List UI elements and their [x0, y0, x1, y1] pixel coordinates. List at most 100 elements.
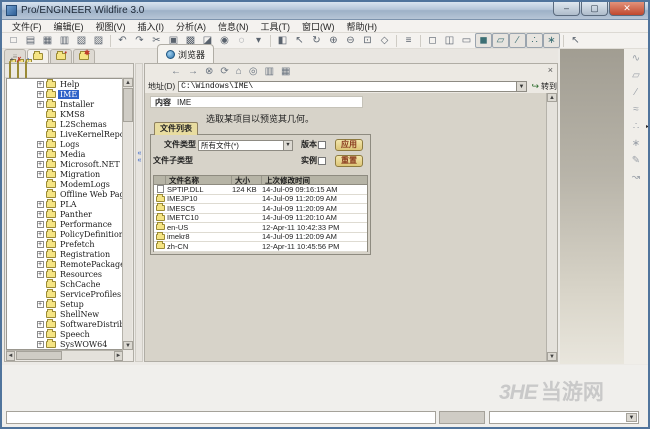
- refresh-button[interactable]: ⟳: [220, 65, 228, 78]
- expand-toggle-icon[interactable]: [37, 240, 44, 248]
- expand-toggle-icon[interactable]: [37, 300, 44, 308]
- view-setup-icon[interactable]: ◧: [274, 33, 291, 48]
- tab-connections[interactable]: ✱: [73, 49, 95, 63]
- tree-item[interactable]: Speech: [7, 328, 122, 339]
- menu-item[interactable]: 工具(T): [255, 20, 297, 33]
- tree-item[interactable]: Microsoft.NET: [7, 158, 122, 169]
- delete-folder-button[interactable]: ✗: [16, 57, 22, 80]
- expand-toggle-icon[interactable]: [37, 220, 44, 228]
- apply-button[interactable]: 应用: [335, 139, 363, 151]
- layers-icon[interactable]: ≡: [400, 33, 417, 48]
- shaded-icon[interactable]: ◼: [475, 33, 492, 48]
- instance-checkbox[interactable]: [318, 157, 326, 165]
- flyout-arrow-icon[interactable]: ▸: [646, 123, 648, 130]
- zoom-in-icon[interactable]: ⊕: [325, 33, 342, 48]
- table-row[interactable]: en-US 12-Apr-11 10:42:33 PM: [154, 222, 367, 233]
- context-help-icon[interactable]: ↖: [567, 33, 584, 48]
- stop-button[interactable]: ⊗: [205, 65, 213, 78]
- version-checkbox[interactable]: [318, 141, 326, 149]
- new-file-icon[interactable]: □: [5, 33, 22, 48]
- expand-toggle-icon[interactable]: [37, 100, 44, 108]
- tree-item[interactable]: ShellNew: [7, 308, 122, 319]
- datum-axes-toggle-icon[interactable]: ∕: [509, 33, 526, 48]
- insert-datum-tool-icon[interactable]: ↝: [628, 170, 644, 185]
- tree-item[interactable]: Help: [7, 79, 122, 89]
- scroll-up-icon[interactable]: ▲: [123, 78, 133, 87]
- regenerate-icon[interactable]: ↻: [308, 33, 325, 48]
- tree-item[interactable]: Resources: [7, 268, 122, 279]
- table-row[interactable]: IMETC10 14-Jul-09 11:20:10 AM: [154, 212, 367, 223]
- chevron-down-icon[interactable]: ▼: [283, 141, 292, 150]
- datum-csys-toggle-icon[interactable]: ∗: [543, 33, 560, 48]
- tree-item[interactable]: Media: [7, 148, 122, 159]
- datum-axis-tool-icon[interactable]: ∕: [628, 85, 644, 100]
- address-dropdown-icon[interactable]: ▼: [516, 80, 528, 92]
- scroll-right-icon[interactable]: ►: [114, 351, 123, 361]
- tree-item[interactable]: RemotePackages: [7, 258, 122, 269]
- expand-toggle-icon[interactable]: [37, 170, 44, 178]
- tree-item[interactable]: Logs: [7, 138, 122, 149]
- table-row[interactable]: IMESC5 14-Jul-09 11:20:09 AM: [154, 203, 367, 214]
- select-flyout-icon[interactable]: ▾: [250, 33, 267, 48]
- tab-favorites[interactable]: •: [50, 49, 72, 63]
- expand-toggle-icon[interactable]: [37, 80, 44, 88]
- menu-item[interactable]: 视图(V): [90, 20, 132, 33]
- tree-vertical-scrollbar[interactable]: ▲ ▼: [122, 78, 133, 350]
- menu-item[interactable]: 帮助(H): [341, 20, 384, 33]
- menu-item[interactable]: 分析(A): [170, 20, 212, 33]
- datum-csys-tool-icon[interactable]: ∗: [628, 136, 644, 151]
- select-arrow-icon[interactable]: ↖: [291, 33, 308, 48]
- status-selector[interactable]: ▼: [489, 411, 639, 424]
- tree-item[interactable]: Panther: [7, 208, 122, 219]
- expand-toggle-icon[interactable]: [37, 330, 44, 338]
- table-row[interactable]: zh-CN 12-Apr-11 10:45:56 PM: [154, 241, 367, 252]
- menu-item[interactable]: 文件(F): [6, 20, 48, 33]
- column-name[interactable]: 文件名称: [166, 176, 232, 184]
- file-list-tab[interactable]: 文件列表: [154, 122, 198, 135]
- expand-toggle-icon[interactable]: [37, 140, 44, 148]
- browser-close-icon[interactable]: ×: [548, 64, 553, 76]
- expand-toggle-icon[interactable]: [37, 150, 44, 158]
- find-icon[interactable]: ◉: [216, 33, 233, 48]
- expand-toggle-icon[interactable]: [37, 90, 44, 98]
- tree-item[interactable]: Migration: [7, 168, 122, 179]
- tree-item[interactable]: ModemLogs: [7, 178, 122, 189]
- tree-item[interactable]: Performance: [7, 218, 122, 229]
- panel-sash[interactable]: ««: [135, 63, 143, 362]
- style-tool-icon[interactable]: ∿: [628, 51, 644, 66]
- tree-item[interactable]: ServiceProfiles: [7, 288, 122, 299]
- column-modified[interactable]: 上次修改时间: [262, 176, 367, 184]
- no-hidden-icon[interactable]: ▭: [458, 33, 475, 48]
- title-bar[interactable]: Pro/ENGINEER Wildfire 3.0 – ▢ ✕: [2, 2, 648, 20]
- scroll-left-icon[interactable]: ◄: [6, 351, 15, 361]
- select-icon[interactable]: ◌: [233, 33, 250, 48]
- menu-item[interactable]: 编辑(E): [48, 20, 90, 33]
- new-folder-button[interactable]: +: [9, 57, 14, 80]
- print-preview-icon[interactable]: ▧: [73, 33, 90, 48]
- tree-item[interactable]: IME: [7, 88, 122, 99]
- tree-item[interactable]: L2Schemas: [7, 118, 122, 129]
- sketch-tool-icon[interactable]: ✎: [628, 153, 644, 168]
- datum-point-tool-icon[interactable]: ∴ ▸: [628, 119, 648, 134]
- up-one-level-button[interactable]: ↑: [25, 57, 30, 80]
- tree-item[interactable]: SchCache: [7, 278, 122, 289]
- scroll-up-icon[interactable]: ▲: [547, 93, 557, 102]
- datum-curve-tool-icon[interactable]: ≈: [628, 102, 644, 117]
- browser-tab[interactable]: 浏览器: [157, 44, 215, 63]
- table-row[interactable]: imekr8 14-Jul-09 11:20:09 AM: [154, 231, 367, 242]
- close-button[interactable]: ✕: [609, 2, 645, 16]
- content-scrollbar[interactable]: ▲ ▼: [546, 93, 557, 361]
- send-icon[interactable]: ▨: [90, 33, 107, 48]
- expand-toggle-icon[interactable]: [37, 200, 44, 208]
- expand-toggle-icon[interactable]: [37, 250, 44, 258]
- expand-toggle-icon[interactable]: [37, 210, 44, 218]
- table-row[interactable]: IMEJP10 14-Jul-09 11:20:09 AM: [154, 193, 367, 204]
- back-button[interactable]: ←: [171, 65, 181, 78]
- reorient-icon[interactable]: ◇: [376, 33, 393, 48]
- tree-item[interactable]: Setup: [7, 298, 122, 309]
- status-message-field[interactable]: [6, 411, 436, 424]
- collapse-handle-icon[interactable]: ««: [136, 150, 143, 164]
- web-button[interactable]: ◎: [249, 65, 258, 78]
- scroll-down-icon[interactable]: ▼: [547, 352, 557, 361]
- tree-item[interactable]: Offline Web Pages: [7, 188, 122, 199]
